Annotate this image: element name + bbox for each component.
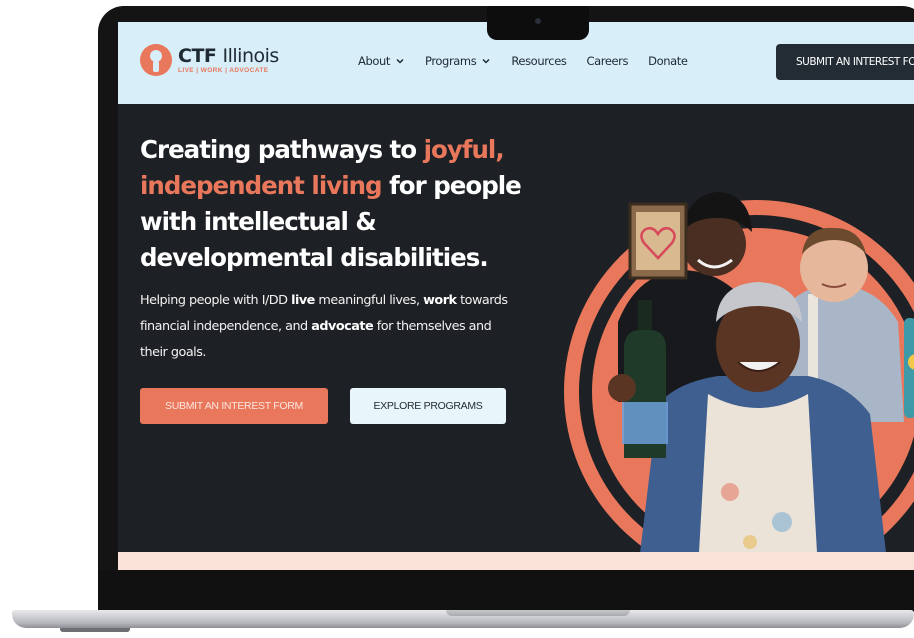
sub-bold-work: work [423, 293, 457, 308]
nav-item-programs[interactable]: Programs [425, 54, 491, 68]
nav-item-label: Resources [511, 54, 567, 68]
hero-interest-form-button[interactable]: SUBMIT AN INTEREST FORM [140, 388, 328, 424]
next-section-strip [118, 552, 914, 570]
site-logo[interactable]: CTF Illinois LIVE | WORK | ADVOCATE [140, 44, 279, 76]
chevron-down-icon [482, 58, 490, 64]
logo-title-ctf: CTF [178, 45, 217, 67]
laptop-screen: CTF Illinois LIVE | WORK | ADVOCATE Abou… [118, 22, 914, 570]
sub-bold-advocate: advocate [311, 319, 374, 334]
logo-title: CTF Illinois [178, 46, 279, 66]
nav-item-about[interactable]: About [358, 54, 405, 68]
headline-text: Creating pathways to [140, 135, 424, 164]
nav-item-donate[interactable]: Donate [648, 54, 688, 68]
logo-tagline: LIVE | WORK | ADVOCATE [178, 67, 269, 74]
laptop-chin [98, 570, 914, 612]
nav-item-resources[interactable]: Resources [511, 54, 567, 68]
laptop-foot [60, 628, 130, 632]
hero-subtext: Helping people with I/DD live meaningful… [140, 288, 520, 366]
nav-item-label: Careers [586, 54, 629, 68]
sub-text: meaningful lives, [314, 293, 424, 308]
logo-person-icon [140, 44, 172, 76]
hero-ring-fill [592, 228, 914, 556]
camera-icon [535, 18, 541, 24]
nav-item-careers[interactable]: Careers [586, 54, 628, 68]
nav-item-label: Donate [648, 54, 688, 68]
hero-headline: Creating pathways to joyful, independent… [140, 132, 540, 276]
logo-text: CTF Illinois LIVE | WORK | ADVOCATE [178, 46, 279, 74]
logo-title-illinois: Illinois [222, 45, 280, 67]
sub-bold-live: live [291, 293, 315, 308]
nav-item-label: Programs [425, 54, 477, 68]
chevron-down-icon [396, 58, 404, 64]
nav-item-label: About [358, 54, 391, 68]
header-interest-form-button[interactable]: SUBMIT AN INTEREST FORM [776, 44, 914, 80]
laptop-base-groove [446, 610, 630, 616]
main-nav: About Programs Resources Careers Donate [358, 54, 708, 68]
explore-programs-button[interactable]: EXPLORE PROGRAMS [350, 388, 506, 424]
sub-text: Helping people with I/DD [140, 293, 292, 308]
